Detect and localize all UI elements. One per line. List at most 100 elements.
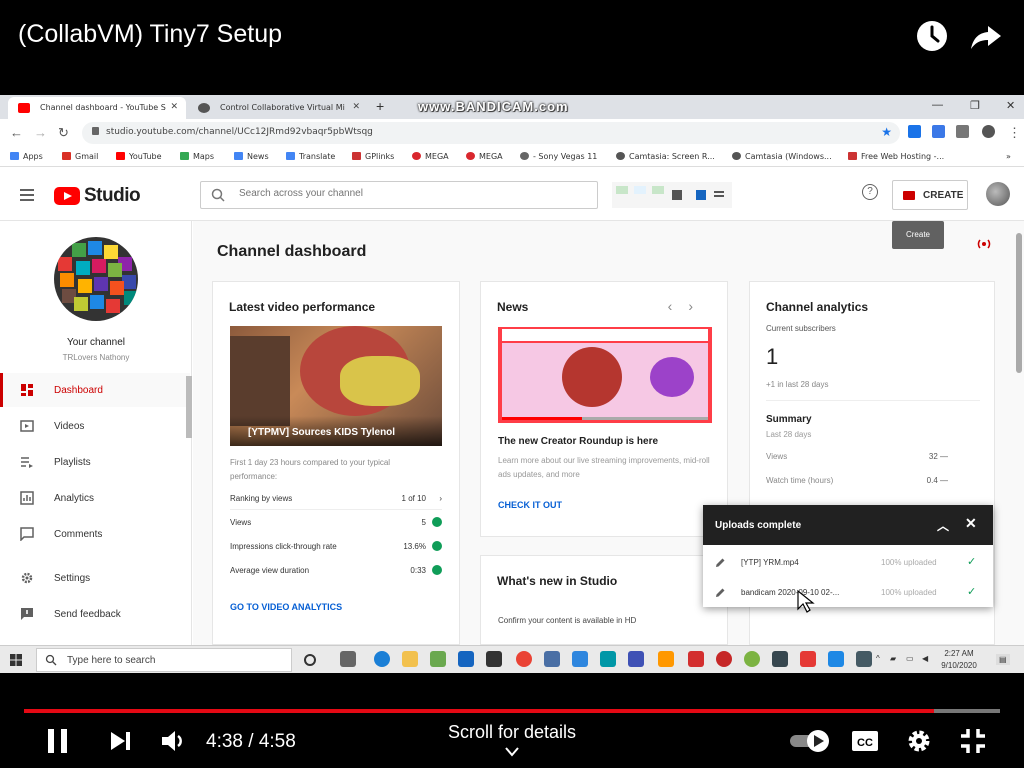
restore-icon[interactable]: ❐ [970,99,980,112]
app-icon-11[interactable] [856,651,872,667]
new-tab-icon[interactable]: + [376,98,384,114]
sidebar-item-analytics[interactable]: Analytics [0,481,190,515]
taskbar-search[interactable]: Type here to search [36,648,292,672]
collapse-icon[interactable]: ︿ [937,517,949,534]
app-icon-10[interactable] [828,651,844,667]
app-icon-1[interactable] [430,651,446,667]
bookmark-maps[interactable]: Maps [180,152,214,161]
youtube-logo-icon[interactable] [54,187,80,205]
channel-avatar[interactable] [54,237,138,321]
profile-avatar-icon[interactable] [982,125,995,138]
bookmark-free-web-hosting[interactable]: Free Web Hosting -... [848,152,944,161]
stat-ranking[interactable]: Ranking by views 1 of 10 › [230,494,442,510]
bookmarks-overflow-icon[interactable]: » [1006,152,1011,161]
app-icon-8[interactable] [744,651,760,667]
file-explorer-icon[interactable] [402,651,418,667]
store-icon[interactable] [486,651,502,667]
bookmark-apps[interactable]: Apps [10,152,43,161]
bookmark-translate[interactable]: Translate [286,152,335,161]
bookmark-gmail[interactable]: Gmail [62,152,98,161]
close-tab-icon[interactable]: ✕ [352,102,360,112]
go-to-video-analytics-link[interactable]: GO TO VIDEO ANALYTICS [230,602,342,612]
sidebar-item-send-feedback[interactable]: Send feedback [0,597,190,631]
menu-icon[interactable] [20,189,34,201]
watch-later-icon[interactable] [914,18,950,54]
reload-icon[interactable]: ↻ [58,125,69,141]
app-icon-6[interactable] [658,651,674,667]
cortana-icon[interactable] [304,654,316,666]
video-title[interactable]: (CollabVM) Tiny7 Setup [18,20,282,49]
close-icon[interactable]: ✕ [965,515,977,532]
bookmark-camtasia-windows[interactable]: Camtasia (Windows... [732,152,832,161]
network-icon[interactable]: ▰ [890,654,896,663]
app-icon-9[interactable] [772,651,788,667]
bookmark-mega[interactable]: MEGA [412,152,449,161]
bandicam-app-icon[interactable] [800,651,816,667]
account-avatar[interactable] [986,182,1010,206]
task-view-icon[interactable] [340,651,356,667]
help-icon[interactable]: ? [862,184,878,200]
sidebar-item-comments[interactable]: Comments [0,517,190,551]
app-icon-5[interactable] [628,651,644,667]
sidebar-item-settings[interactable]: Settings [0,561,190,595]
extension-icon[interactable] [908,125,921,138]
app-icon-3[interactable] [572,651,588,667]
close-tab-icon[interactable]: ✕ [170,102,178,112]
check-it-out-link[interactable]: CHECK IT OUT [498,500,562,510]
sidebar-scrollbar[interactable] [186,376,192,438]
browser-tab-studio[interactable]: Channel dashboard - YouTube S ✕ [8,97,186,119]
bookmark-youtube[interactable]: YouTube [116,152,162,161]
seek-bar[interactable] [24,709,1000,713]
edit-pencil-icon[interactable] [715,557,726,568]
bookmark-star-icon[interactable]: ★ [881,125,892,139]
minimize-icon[interactable]: — [932,99,943,111]
bookmark-mega-2[interactable]: MEGA [466,152,503,161]
autoplay-toggle[interactable] [788,726,832,756]
bookmark-camtasia[interactable]: Camtasia: Screen R... [616,152,715,161]
extension-iq-icon[interactable] [932,125,945,138]
news-nav-arrows[interactable]: ‹› [668,298,709,314]
sidebar-item-videos[interactable]: Videos [0,409,190,443]
captions-icon[interactable]: CC [850,726,880,756]
tray-overflow-icon[interactable]: ^ [876,654,880,663]
extensions-puzzle-icon[interactable] [956,125,969,138]
app-icon-2[interactable] [544,651,560,667]
battery-icon[interactable]: ▭ [906,654,914,663]
video-thumbnail[interactable]: [YTPMV] Sources KIDS Tylenol [230,326,442,446]
video-frame[interactable]: Channel dashboard - YouTube S ✕ Control … [0,95,1024,673]
sidebar-item-playlists[interactable]: Playlists [0,445,190,479]
edit-pencil-icon[interactable] [715,587,726,598]
search-input[interactable] [239,188,579,199]
bookmark-sony-vegas[interactable]: - Sony Vegas 11 [520,152,597,161]
browser-tab-collabvm[interactable]: Control Collaborative Virtual Mi ✕ [188,97,368,119]
whats-new-item[interactable]: Confirm your content is available in HD [498,616,636,625]
close-window-icon[interactable]: ✕ [1006,99,1015,112]
chevron-down-icon[interactable] [504,746,520,758]
go-live-icon[interactable] [975,237,993,251]
notifications-icon[interactable]: ▤ [996,654,1010,665]
taskbar-clock[interactable]: 2:27 AM 9/10/2020 [936,648,982,672]
download-app-icon[interactable] [688,651,704,667]
channel-search[interactable] [200,181,598,209]
address-bar[interactable]: studio.youtube.com/channel/UCc12JRmd92vb… [82,122,900,144]
main-scrollbar[interactable] [1016,233,1022,373]
bookmark-news[interactable]: News [234,152,269,161]
edge-icon[interactable] [374,651,390,667]
chrome-icon[interactable] [516,651,532,667]
windows-start-icon[interactable] [10,654,22,666]
upload-row[interactable]: bandicam 2020-09-10 02-... 100% uploaded… [703,577,993,607]
upload-row[interactable]: [YTP] YRM.mp4 100% uploaded ✓ [703,547,993,577]
news-image[interactable] [498,327,712,423]
volume-icon[interactable]: ◀ [922,654,928,663]
back-icon[interactable]: ← [10,125,23,140]
settings-gear-icon[interactable] [904,726,934,756]
bookmark-gplinks[interactable]: GPlinks [352,152,394,161]
app-icon-4[interactable] [600,651,616,667]
studio-logo-text[interactable]: Studio [84,185,141,207]
app-icon-7[interactable] [716,651,732,667]
forward-icon[interactable]: → [34,125,47,140]
mail-icon[interactable] [458,651,474,667]
create-button[interactable]: CREATE [892,180,968,210]
share-icon[interactable] [968,18,1004,54]
exit-fullscreen-icon[interactable] [958,726,988,756]
